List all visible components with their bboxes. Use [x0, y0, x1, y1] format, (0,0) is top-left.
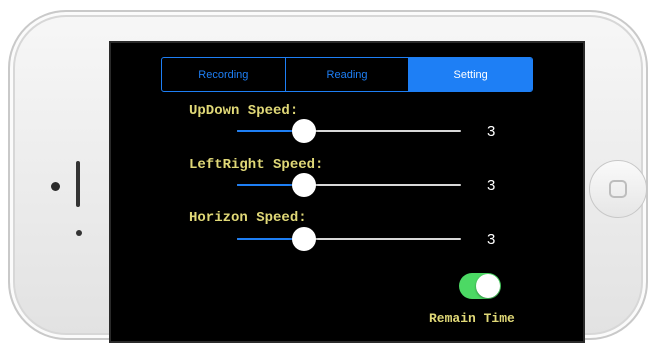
proximity-sensor: [76, 230, 82, 236]
slider-thumb[interactable]: [292, 173, 316, 197]
updown-speed-value: 3: [487, 123, 496, 140]
toggle-knob: [476, 274, 500, 298]
horizon-speed-slider[interactable]: [237, 224, 461, 254]
tab-recording[interactable]: Recording: [162, 58, 286, 91]
phone-frame: Recording Reading Setting UpDown Speed: …: [8, 10, 648, 343]
slider-thumb[interactable]: [292, 227, 316, 251]
remain-time-label: Remain Time: [429, 311, 515, 326]
tab-setting[interactable]: Setting: [409, 58, 532, 91]
app-screen: Recording Reading Setting UpDown Speed: …: [109, 41, 585, 343]
segmented-control: Recording Reading Setting: [161, 57, 533, 92]
remain-time-toggle[interactable]: [459, 273, 501, 299]
earpiece-speaker: [76, 161, 80, 207]
horizon-speed-value: 3: [487, 231, 496, 248]
home-button[interactable]: [589, 160, 647, 218]
leftright-speed-slider[interactable]: [237, 170, 461, 200]
front-camera-icon: [51, 182, 60, 191]
home-square-icon: [609, 180, 627, 198]
leftright-speed-value: 3: [487, 177, 496, 194]
tab-reading[interactable]: Reading: [286, 58, 410, 91]
updown-speed-slider[interactable]: [237, 116, 461, 146]
slider-thumb[interactable]: [292, 119, 316, 143]
